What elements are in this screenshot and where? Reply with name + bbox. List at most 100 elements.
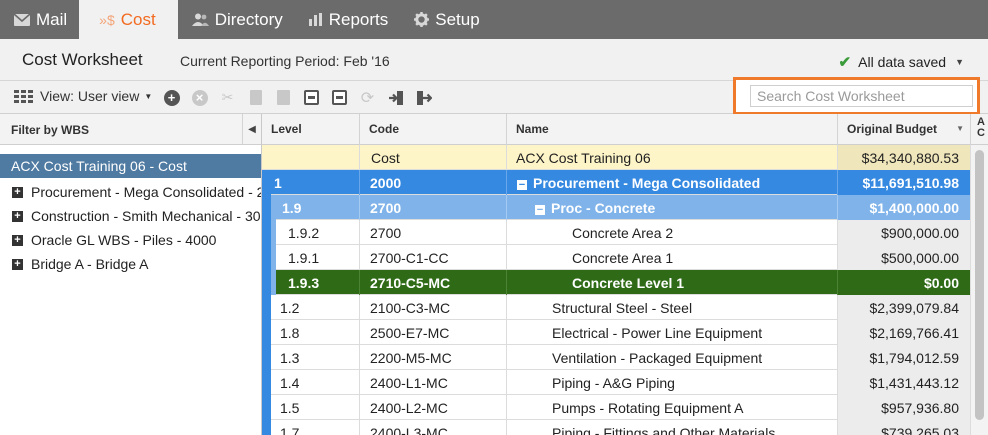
expand-icon[interactable]: + [12,258,23,270]
tab-directory[interactable]: Directory [178,0,295,39]
cell-level[interactable]: 1.4 [262,370,360,395]
cell-code[interactable]: 2700 [360,220,507,245]
tab-mail-label: Mail [36,9,68,29]
tab-reports[interactable]: Reports [295,0,401,39]
cell-name[interactable]: Structural Steel - Steel [507,295,838,320]
cell-code[interactable]: 2400-L2-MC [360,395,507,420]
refresh-icon[interactable]: ⟳ [359,89,376,107]
cell-original-budget[interactable]: $1,400,000.00 [838,195,971,220]
cell-name[interactable]: Concrete Area 1 [507,245,838,270]
table-row[interactable]: Cost ACX Cost Training 06 $34,340,880.53 [262,145,988,170]
cell-original-budget[interactable]: $11,691,510.98 [838,170,971,195]
wbs-item[interactable]: + Oracle GL WBS - Piles - 4000 [0,226,261,250]
tab-mail[interactable]: Mail [0,0,79,39]
sort-caret-icon[interactable]: ▼ [956,124,964,133]
cell-code[interactable]: 2710-C5-MC [360,270,507,295]
cell-level[interactable]: 1.9 [262,195,360,220]
cell-level[interactable]: 1 [262,170,360,195]
cell-level[interactable] [262,145,360,170]
table-row[interactable]: 1 2000− Procurement - Mega Consolidated $11… [262,170,988,195]
cell-original-budget[interactable]: $957,936.80 [838,395,971,420]
wbs-item-selected[interactable]: ACX Cost Training 06 - Cost [0,154,261,178]
column-header-extra[interactable]: A C [971,114,988,145]
cell-name[interactable]: Electrical - Power Line Equipment [507,320,838,345]
cell-original-budget[interactable]: $1,431,443.12 [838,370,971,395]
cell-original-budget[interactable]: $900,000.00 [838,220,971,245]
cell-name[interactable]: Concrete Level 1 [507,270,838,295]
collapse-panel-icon[interactable]: ◀ [242,114,261,144]
column-header-original-budget[interactable]: Original Budget ▼ [838,114,971,145]
cell-name[interactable]: Piping - A&G Piping [507,370,838,395]
table-row[interactable]: 1.4 2400-L1-MC Piping - A&G Piping $1,431,4… [262,370,988,395]
table-row[interactable]: 1.7 2400-L3-MC Piping - Fittings and Other… [262,420,988,435]
cut-icon[interactable]: ✂ [219,89,236,106]
cell-original-budget[interactable]: $2,399,079.84 [838,295,971,320]
expand-icon[interactable]: + [12,186,23,198]
table-row[interactable]: 1.9.1 2700-C1-CC Concrete Area 1 $500,000.0… [262,245,988,270]
vertical-scrollbar[interactable] [970,145,988,435]
cell-name[interactable]: ACX Cost Training 06 [507,145,838,170]
cell-code[interactable]: 2500-E7-MC [360,320,507,345]
cell-level[interactable]: 1.5 [262,395,360,420]
collapse-node-icon[interactable] [331,89,348,106]
cell-code[interactable]: 2200-M5-MC [360,345,507,370]
wbs-item[interactable]: + Procurement - Mega Consolidated - 2 [0,178,261,202]
cell-level[interactable]: 1.3 [262,345,360,370]
cell-name-text: Piping - Fittings and Other Materials [552,425,776,435]
cell-level[interactable]: 1.9.1 [262,245,360,270]
cell-original-budget[interactable]: $500,000.00 [838,245,971,270]
table-row[interactable]: 1.3 2200-M5-MC Ventilation - Packaged Equi… [262,345,988,370]
wbs-item[interactable]: + Bridge A - Bridge A [0,250,261,274]
cell-level[interactable]: 1.9.3 [262,270,360,295]
column-header-code[interactable]: Code [360,114,507,145]
cell-code[interactable]: 2400-L3-MC [360,420,507,435]
collapse-icon[interactable]: − [535,205,545,216]
remove-icon[interactable]: × [191,89,208,106]
cell-original-budget[interactable]: $34,340,880.53 [838,145,971,170]
cell-original-budget[interactable]: $2,169,766.41 [838,320,971,345]
cell-code[interactable]: Cost [360,145,507,170]
paste-special-icon[interactable] [275,89,292,106]
expand-icon[interactable]: + [12,210,23,222]
export-icon[interactable] [415,89,432,106]
expand-icon[interactable]: + [12,234,23,246]
import-icon[interactable] [387,89,404,106]
cell-original-budget[interactable]: $739,265.03 [838,420,971,435]
paste-icon[interactable] [247,89,264,106]
cell-name[interactable]: Concrete Area 2 [507,220,838,245]
add-icon[interactable]: + [163,89,180,106]
cell-name[interactable]: Pumps - Rotating Equipment A [507,395,838,420]
cell-code[interactable]: 2000 [360,170,507,195]
table-row[interactable]: 1.9 2700− Proc - Concrete $1,400,000.00 [262,195,988,220]
view-selector[interactable]: View: User view ▼ [14,88,152,104]
cell-original-budget[interactable]: $0.00 [838,270,971,295]
cell-level[interactable]: 1.7 [262,420,360,435]
cell-code[interactable]: 2700 [360,195,507,220]
cell-name[interactable]: − Proc - Concrete [507,195,838,220]
cell-name[interactable]: − Procurement - Mega Consolidated [507,170,838,195]
cell-level[interactable]: 1.9.2 [262,220,360,245]
table-row[interactable]: 1.5 2400-L2-MC Pumps - Rotating Equipment … [262,395,988,420]
cell-original-budget[interactable]: $1,794,012.59 [838,345,971,370]
column-header-name[interactable]: Name [507,114,838,145]
cell-code[interactable]: 2700-C1-CC [360,245,507,270]
collapse-icon[interactable]: − [517,180,527,191]
tab-cost[interactable]: »$ Cost [79,0,178,39]
table-row[interactable]: 1.9.3 2710-C5-MC Concrete Level 1 $0.00 [262,270,988,295]
tab-setup[interactable]: Setup [400,0,491,39]
table-row[interactable]: 1.2 2100-C3-MC Structural Steel - Steel $2,… [262,295,988,320]
column-header-level[interactable]: Level [262,114,360,145]
cell-code[interactable]: 2100-C3-MC [360,295,507,320]
scroll-thumb[interactable] [975,150,984,420]
cell-level[interactable]: 1.8 [262,320,360,345]
table-row[interactable]: 1.8 2500-E7-MC Electrical - Power Line Equ… [262,320,988,345]
search-input[interactable] [750,85,973,107]
expand-node-icon[interactable] [303,89,320,106]
wbs-item[interactable]: + Construction - Smith Mechanical - 30 [0,202,261,226]
cell-level[interactable]: 1.2 [262,295,360,320]
cell-name[interactable]: Piping - Fittings and Other Materials [507,420,838,435]
table-row[interactable]: 1.9.2 2700 Concrete Area 2 $900,000.00 [262,220,988,245]
save-status-dropdown[interactable]: ✔ All data saved ▼ [839,53,964,71]
cell-code[interactable]: 2400-L1-MC [360,370,507,395]
cell-name[interactable]: Ventilation - Packaged Equipment [507,345,838,370]
